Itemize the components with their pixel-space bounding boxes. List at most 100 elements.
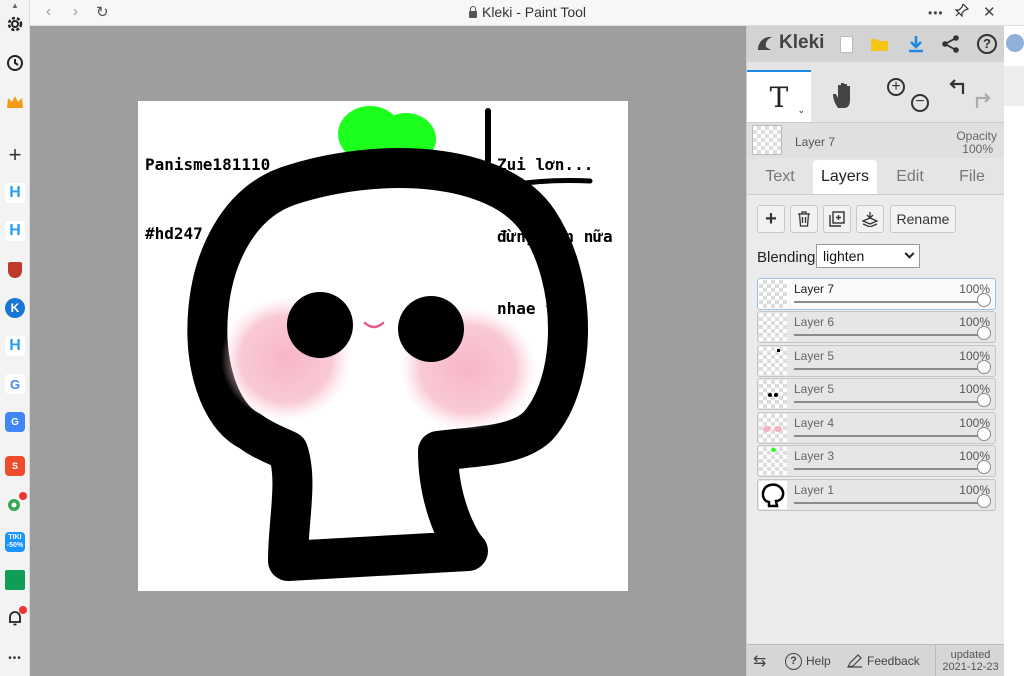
layer-opacity-slider[interactable]: [794, 368, 987, 370]
panel-header: Kleki ?: [747, 26, 1005, 62]
avatar: [1006, 34, 1024, 52]
rename-layer-button[interactable]: Rename: [890, 205, 956, 233]
shield-app-icon[interactable]: [3, 258, 27, 282]
chevron-down-icon: [904, 248, 915, 259]
layer-opacity-slider[interactable]: [794, 301, 987, 303]
tab-text[interactable]: Text: [751, 160, 809, 194]
help-button[interactable]: ? Help: [785, 645, 831, 676]
feedback-button[interactable]: Feedback: [847, 645, 920, 676]
layer-row[interactable]: Layer 4 100%: [757, 412, 996, 444]
more-icon[interactable]: •••: [3, 646, 27, 670]
zoom-in-icon[interactable]: +: [887, 78, 905, 96]
updated-label: updated: [950, 649, 991, 661]
duplicate-icon: [829, 211, 845, 227]
history-icon[interactable]: [3, 51, 27, 75]
text-tool-button[interactable]: T ⌄: [747, 70, 811, 122]
back-icon[interactable]: ‹: [46, 3, 51, 20]
lock-icon: [468, 6, 478, 18]
layer-opacity-handle[interactable]: [977, 427, 991, 441]
close-icon[interactable]: ✕: [983, 3, 996, 21]
pin-icon[interactable]: [954, 3, 970, 21]
crown-icon[interactable]: [3, 90, 27, 114]
add-icon[interactable]: +: [3, 142, 27, 167]
layer-name: Layer 1: [794, 483, 835, 497]
layer-name: Layer 6: [794, 315, 835, 329]
layer-opacity-slider[interactable]: [794, 435, 987, 437]
forward-icon[interactable]: ›: [73, 3, 78, 20]
current-layer-name: Layer 7: [795, 135, 836, 149]
layer-name: Layer 4: [794, 416, 835, 430]
layer-opacity-handle[interactable]: [977, 360, 991, 374]
redo-icon[interactable]: [971, 92, 991, 110]
shopee-icon[interactable]: S: [3, 454, 27, 478]
layer-row[interactable]: Layer 1 100%: [757, 479, 996, 511]
layer-name: Layer 5: [794, 349, 835, 363]
layer-opacity-handle[interactable]: [977, 494, 991, 508]
help-icon[interactable]: ?: [976, 33, 998, 55]
blending-select[interactable]: lighten: [816, 244, 920, 268]
text-tool-icon: T: [769, 80, 789, 114]
layer-name: Layer 7: [794, 282, 835, 296]
layer-opacity-handle[interactable]: [977, 393, 991, 407]
bell-icon[interactable]: [3, 606, 27, 630]
layer-opacity-slider[interactable]: [794, 502, 987, 504]
layer-row[interactable]: Layer 7 100%: [757, 278, 996, 310]
open-folder-icon[interactable]: [869, 33, 891, 55]
layer-row[interactable]: Layer 3 100%: [757, 445, 996, 477]
layer-thumbnail: [759, 280, 787, 308]
layer-opacity-slider[interactable]: [794, 334, 987, 336]
zoom-out-icon[interactable]: −: [911, 94, 929, 112]
layer-name: Layer 5: [794, 382, 835, 396]
current-layer-opacity-value: 100%: [962, 142, 993, 156]
new-file-icon[interactable]: [835, 33, 857, 55]
layer-opacity-slider[interactable]: [794, 401, 987, 403]
tab-edit[interactable]: Edit: [881, 160, 939, 194]
settings-icon[interactable]: [3, 12, 27, 36]
google-icon[interactable]: G: [3, 372, 27, 396]
undo-icon[interactable]: [949, 78, 969, 96]
duplicate-layer-button[interactable]: [823, 205, 851, 233]
download-icon[interactable]: [905, 33, 927, 55]
delete-layer-button[interactable]: [790, 205, 818, 233]
layer-thumbnail: [759, 414, 787, 442]
chevron-down-icon: ⌄: [797, 105, 805, 115]
more-options-icon[interactable]: •••: [928, 6, 944, 20]
h-app-icon[interactable]: H: [3, 219, 27, 243]
kleki-logo[interactable]: Kleki: [755, 32, 824, 54]
signature-line-1: Panisme181110: [145, 155, 271, 174]
layer-row[interactable]: Layer 6 100%: [757, 311, 996, 343]
blending-label: Blending: [757, 249, 816, 266]
feedback-icon: [847, 654, 862, 668]
speech-line-1: Zui lơn...: [497, 155, 594, 174]
layer-opacity-handle[interactable]: [977, 460, 991, 474]
hand-icon: [833, 83, 850, 108]
reload-icon[interactable]: ↻: [96, 3, 109, 21]
collapse-up-icon[interactable]: ▲: [3, 0, 27, 10]
tab-layers[interactable]: Layers: [813, 160, 877, 194]
hand-tool-button[interactable]: [813, 70, 877, 122]
drawing-canvas[interactable]: Panisme181110 #hd247 Zui lơn... đừng pùn…: [138, 101, 628, 591]
swap-panel-icon[interactable]: ⇆: [753, 645, 777, 676]
maps-icon[interactable]: [3, 492, 27, 516]
tiki-icon[interactable]: TIKI -50%: [3, 530, 27, 554]
layer-opacity-handle[interactable]: [977, 293, 991, 307]
kleki-app-icon[interactable]: K: [3, 296, 27, 320]
add-layer-button[interactable]: +: [757, 205, 785, 233]
canvas-workspace[interactable]: Panisme181110 #hd247 Zui lơn... đừng pùn…: [30, 26, 746, 676]
help-circle-icon: ?: [785, 652, 802, 670]
browser-sidebar: ▲ + H H K H G G S TIKI -50% •••: [0, 0, 30, 676]
layer-opacity-handle[interactable]: [977, 326, 991, 340]
layer-row[interactable]: Layer 5 100%: [757, 378, 996, 410]
layer-opacity-slider[interactable]: [794, 468, 987, 470]
translate-icon[interactable]: G: [3, 410, 27, 434]
h-app-icon[interactable]: H: [3, 181, 27, 205]
h-app-icon[interactable]: H: [3, 334, 27, 358]
updated-info: updated 2021-12-23: [935, 645, 1005, 676]
updated-date: 2021-12-23: [942, 661, 999, 673]
layer-row[interactable]: Layer 5 100%: [757, 345, 996, 377]
merge-layer-button[interactable]: [856, 205, 884, 233]
tab-file[interactable]: File: [943, 160, 1001, 194]
sheets-icon[interactable]: [3, 568, 27, 592]
share-icon[interactable]: [940, 33, 962, 55]
feedback-label: Feedback: [867, 654, 920, 668]
